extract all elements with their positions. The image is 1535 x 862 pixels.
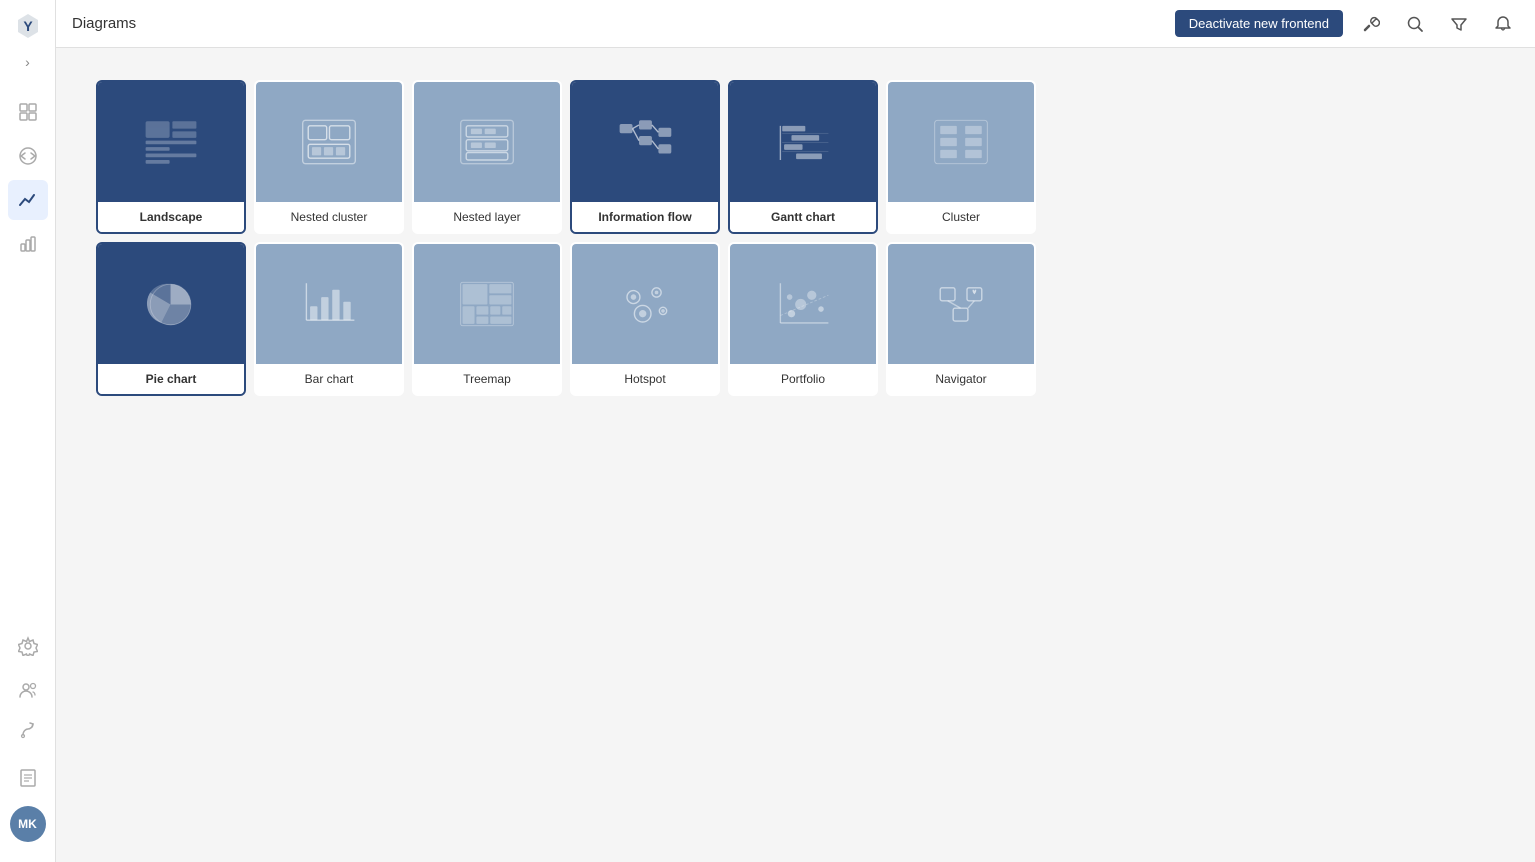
card-nested-layer-label: Nested layer <box>414 202 560 232</box>
card-cluster-label: Cluster <box>888 202 1034 232</box>
card-information-flow-label: Information flow <box>572 202 718 232</box>
card-gantt-chart-icon-area <box>730 82 876 202</box>
card-hotspot-icon-area <box>572 244 718 364</box>
card-information-flow[interactable]: Information flow <box>570 80 720 234</box>
app-logo[interactable]: Y <box>10 8 46 44</box>
card-nested-cluster-icon-area <box>256 82 402 202</box>
sidebar-item-docs[interactable] <box>8 758 48 798</box>
sidebar-item-analytics[interactable] <box>8 224 48 264</box>
card-portfolio-label: Portfolio <box>730 364 876 394</box>
card-nested-cluster-label: Nested cluster <box>256 202 402 232</box>
sidebar-item-dashboard[interactable] <box>8 92 48 132</box>
page-title: Diagrams <box>72 15 1163 32</box>
sidebar-bottom: MK <box>8 710 48 854</box>
card-portfolio-icon-area <box>730 244 876 364</box>
filter-icon[interactable] <box>1443 8 1475 40</box>
svg-text:Y: Y <box>23 18 33 34</box>
topbar: Diagrams Deactivate new frontend <box>56 0 1535 48</box>
card-cluster[interactable]: Cluster <box>886 80 1036 234</box>
card-pie-chart[interactable]: Pie chart <box>96 242 246 396</box>
card-navigator-icon-area <box>888 244 1034 364</box>
card-treemap[interactable]: Treemap <box>412 242 562 396</box>
card-hotspot[interactable]: Hotspot <box>570 242 720 396</box>
deactivate-btn[interactable]: Deactivate new frontend <box>1175 10 1343 37</box>
card-information-flow-icon-area <box>572 82 718 202</box>
sidebar: Y › <box>0 0 56 862</box>
card-navigator-label: Navigator <box>888 364 1034 394</box>
card-treemap-label: Treemap <box>414 364 560 394</box>
sidebar-item-code[interactable] <box>8 136 48 176</box>
card-nested-layer-icon-area <box>414 82 560 202</box>
card-nested-cluster[interactable]: Nested cluster <box>254 80 404 234</box>
main-area: Diagrams Deactivate new frontend <box>56 0 1535 862</box>
sidebar-item-users[interactable] <box>8 670 48 710</box>
sidebar-expand-btn[interactable]: › <box>14 48 42 76</box>
sidebar-item-diagrams[interactable] <box>8 180 48 220</box>
sidebar-item-settings[interactable] <box>8 626 48 666</box>
card-navigator[interactable]: Navigator <box>886 242 1036 396</box>
card-pie-chart-icon-area <box>98 244 244 364</box>
card-bar-chart[interactable]: Bar chart <box>254 242 404 396</box>
search-icon[interactable] <box>1399 8 1431 40</box>
card-bar-chart-label: Bar chart <box>256 364 402 394</box>
card-portfolio[interactable]: Portfolio <box>728 242 878 396</box>
diagram-grid: Landscape Nested cluster <box>96 80 1056 396</box>
user-avatar[interactable]: MK <box>10 806 46 842</box>
sidebar-nav <box>8 92 48 710</box>
card-landscape-label: Landscape <box>98 202 244 232</box>
card-landscape-icon-area <box>98 82 244 202</box>
card-treemap-icon-area <box>414 244 560 364</box>
card-hotspot-label: Hotspot <box>572 364 718 394</box>
card-nested-layer[interactable]: Nested layer <box>412 80 562 234</box>
card-gantt-chart-label: Gantt chart <box>730 202 876 232</box>
topbar-actions: Deactivate new frontend <box>1175 8 1519 40</box>
sidebar-item-flow[interactable] <box>8 710 48 750</box>
card-landscape[interactable]: Landscape <box>96 80 246 234</box>
card-pie-chart-label: Pie chart <box>98 364 244 394</box>
card-gantt-chart[interactable]: Gantt chart <box>728 80 878 234</box>
card-cluster-icon-area <box>888 82 1034 202</box>
notification-icon[interactable] <box>1487 8 1519 40</box>
content-area: Landscape Nested cluster <box>56 48 1535 862</box>
card-bar-chart-icon-area <box>256 244 402 364</box>
wrench-icon[interactable] <box>1355 8 1387 40</box>
